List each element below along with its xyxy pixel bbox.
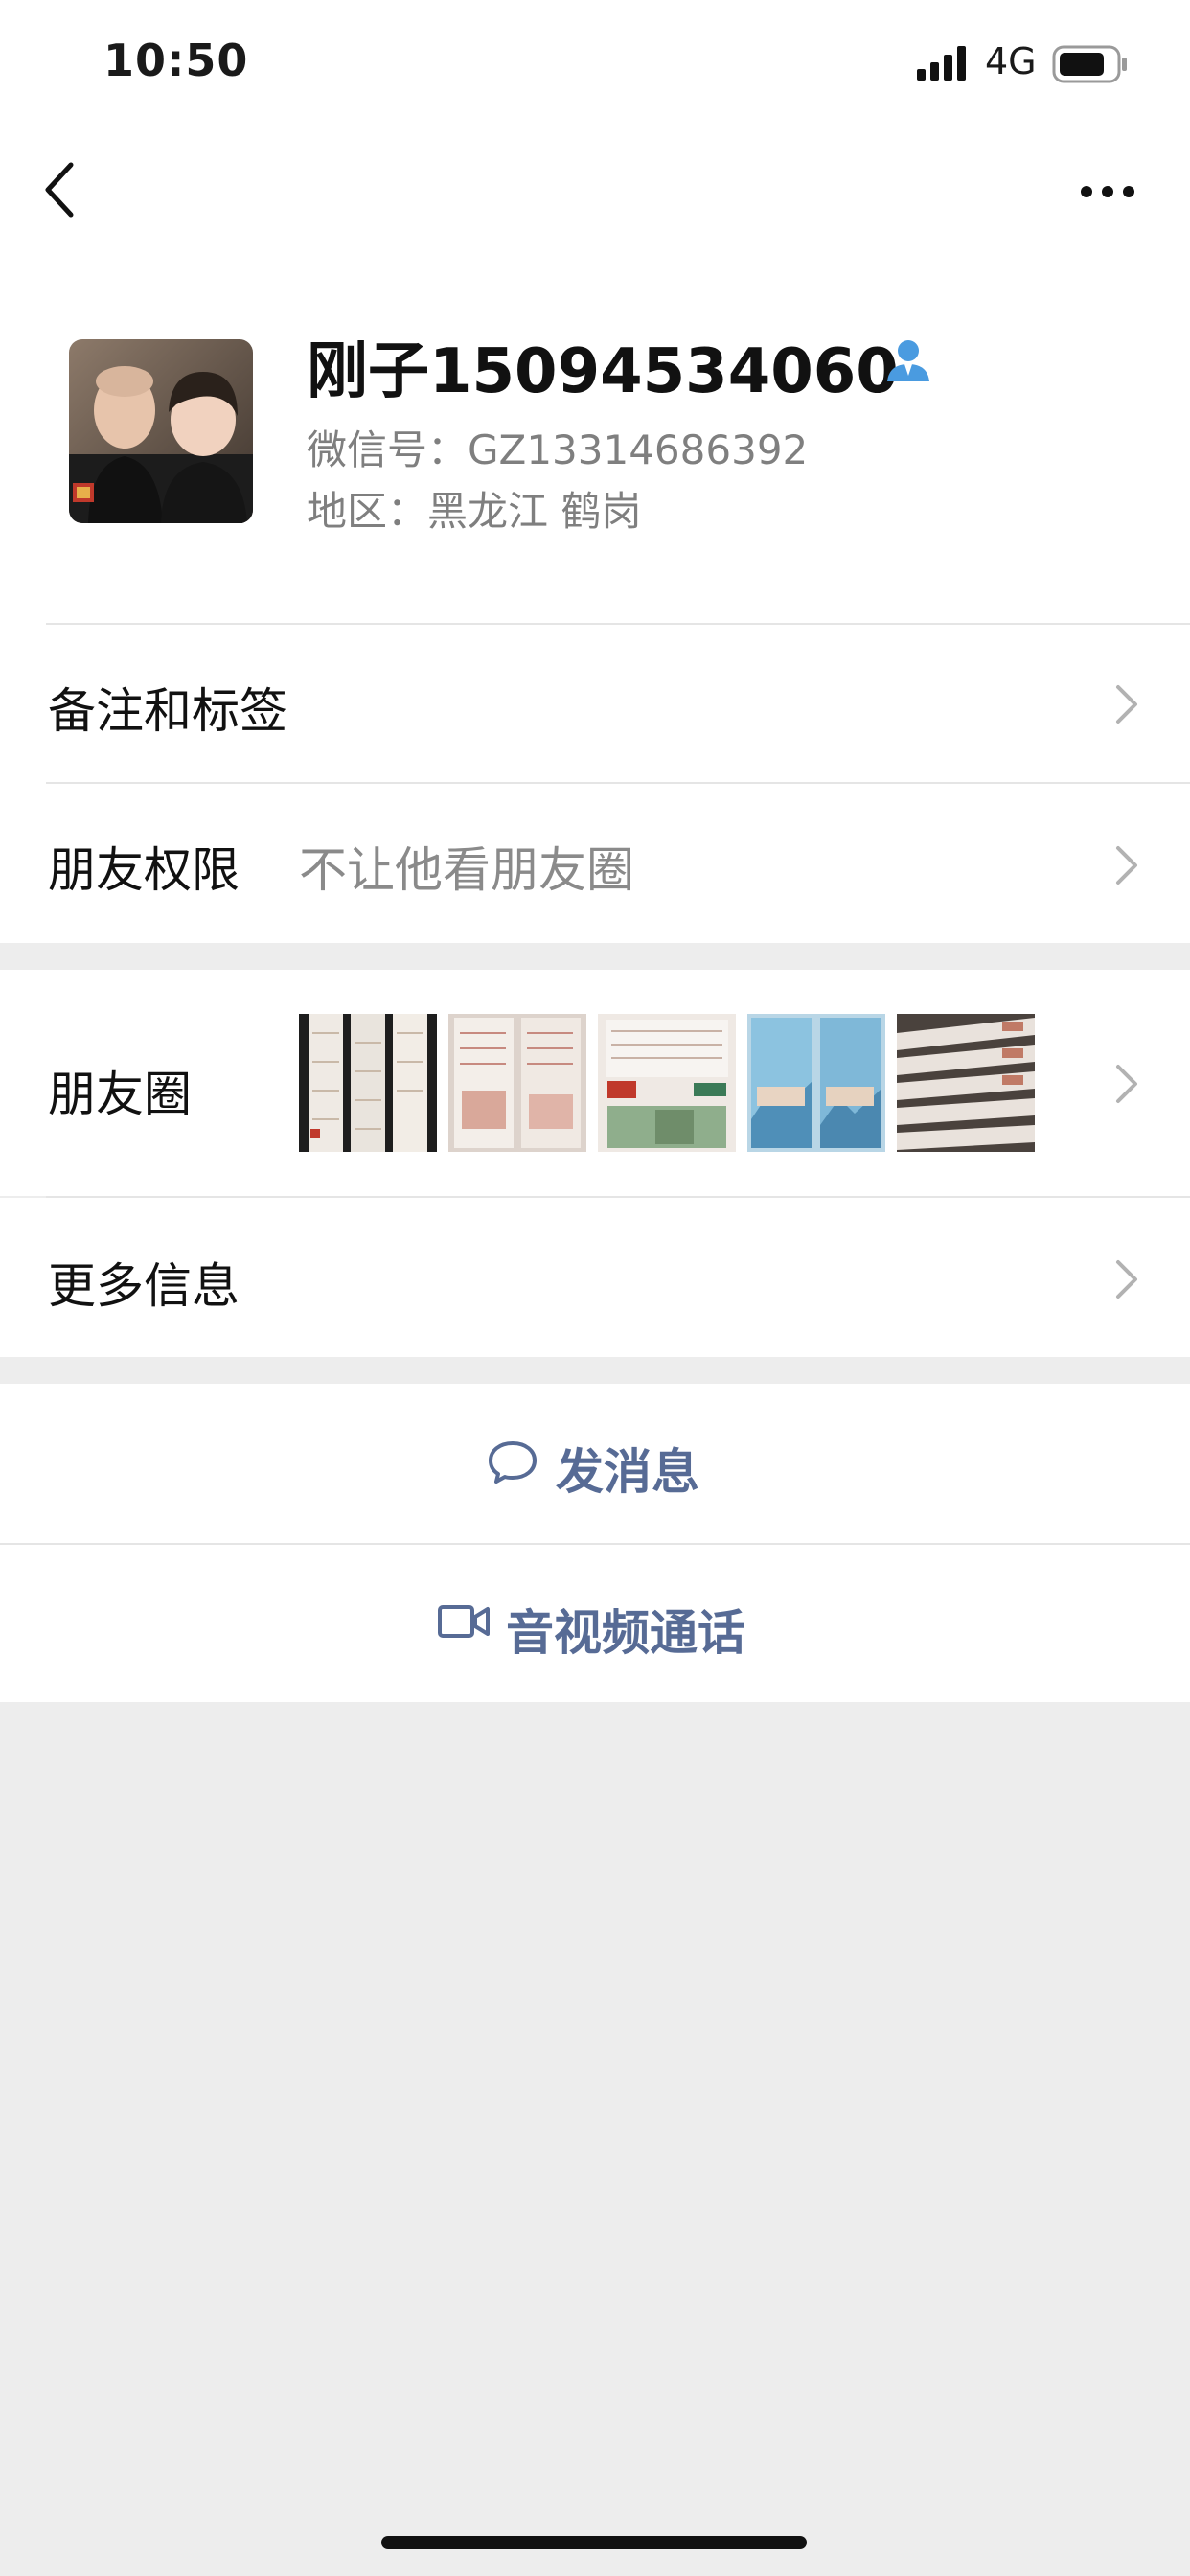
chevron-right-icon	[1116, 685, 1137, 724]
wechat-id: 微信号：GZ13314686392	[307, 426, 809, 473]
friend-permissions-label: 朋友权限	[48, 842, 240, 898]
avatar[interactable]	[69, 339, 253, 523]
friend-permissions-value: 不让他看朋友圈	[299, 842, 634, 898]
profile-name: 刚子15094534060	[307, 336, 899, 407]
region: 地区：黑龙江 鹤岗	[307, 488, 642, 535]
section-gap	[0, 943, 1190, 970]
chevron-right-icon	[1116, 1260, 1137, 1299]
contact-badge-icon	[887, 340, 929, 381]
video-call-label: 音视频通话	[506, 1605, 745, 1661]
network-label: 4G	[985, 40, 1037, 82]
chevron-right-icon	[1116, 846, 1137, 885]
moments-label: 朋友圈	[48, 1067, 192, 1122]
home-indicator[interactable]	[381, 2536, 807, 2549]
remarks-tags-row[interactable]: 备注和标签	[0, 625, 1190, 782]
send-message-label: 发消息	[556, 1444, 699, 1500]
battery-icon	[1052, 45, 1127, 83]
video-call-button[interactable]: 音视频通话	[0, 1545, 1190, 1702]
more-info-label: 更多信息	[48, 1258, 240, 1314]
chevron-right-icon	[1116, 1065, 1137, 1103]
status-time: 10:50	[103, 34, 249, 86]
send-message-button[interactable]: 发消息	[0, 1384, 1190, 1543]
back-icon[interactable]	[42, 159, 80, 220]
section-gap	[0, 1357, 1190, 1384]
more-dots-icon[interactable]	[1079, 184, 1136, 199]
video-camera-icon	[438, 1605, 490, 1638]
friend-permissions-row[interactable]: 朋友权限 不让他看朋友圈	[0, 784, 1190, 943]
more-info-row[interactable]: 更多信息	[0, 1198, 1190, 1357]
moments-thumbnail	[897, 1014, 1035, 1152]
status-bar: 10:50 4G	[0, 0, 1190, 126]
chat-bubble-icon	[489, 1441, 537, 1484]
moments-thumbnail	[299, 1014, 437, 1152]
remarks-tags-label: 备注和标签	[48, 683, 287, 739]
moments-thumbnail	[448, 1014, 586, 1152]
signal-icon	[917, 46, 966, 80]
moments-thumbnail	[598, 1014, 736, 1152]
moments-thumbnail	[747, 1014, 885, 1152]
